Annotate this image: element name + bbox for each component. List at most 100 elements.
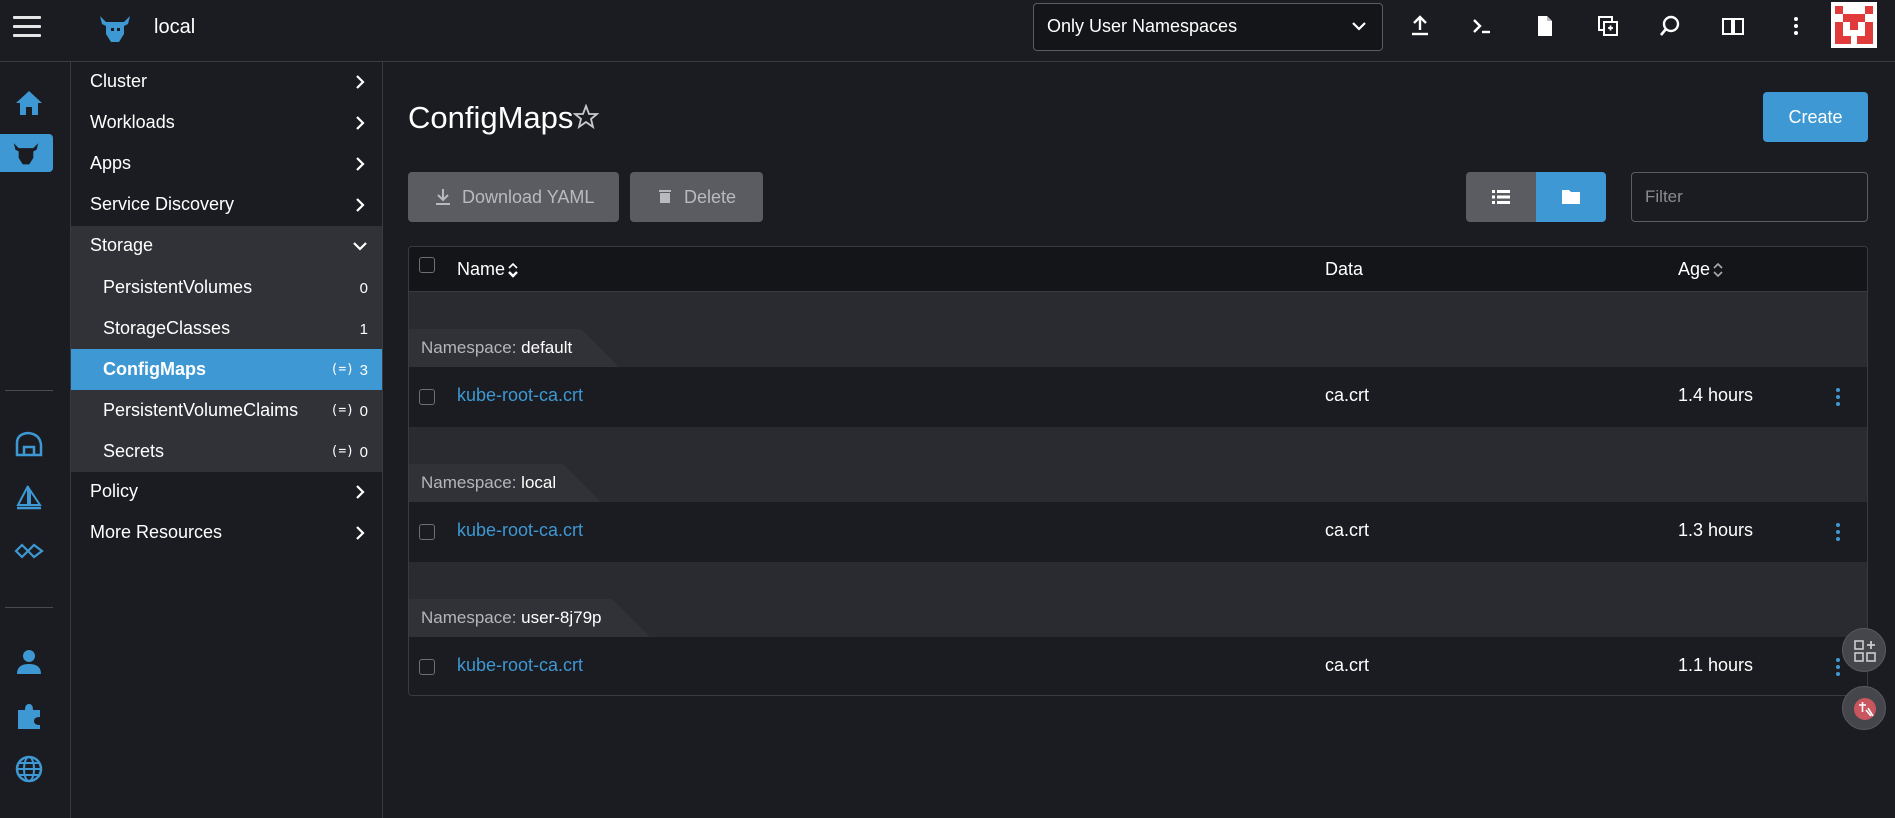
search-icon[interactable] <box>1658 14 1682 38</box>
chevron-right-icon <box>356 526 365 540</box>
sort-icon <box>508 263 518 278</box>
nav-group-workloads[interactable]: Workloads <box>71 103 382 144</box>
nav-item-storageclasses[interactable]: StorageClasses 1 <box>71 308 382 349</box>
nav-item-configmaps[interactable]: ConfigMaps (=) 3 <box>71 349 382 390</box>
namespace-group-label: Namespace: user-8j79p <box>421 608 602 628</box>
nav-group-more-resources[interactable]: More Resources <box>71 513 382 554</box>
extensions-puzzle-icon[interactable] <box>14 701 44 731</box>
view-toggle <box>1466 172 1606 222</box>
docs-book-icon[interactable] <box>1721 14 1745 38</box>
table-row: kube-root-ca.crt ca.crt 1.3 hours <box>409 502 1867 562</box>
table-row: kube-root-ca.crt ca.crt 1.1 hours <box>409 637 1867 695</box>
menu-icon[interactable] <box>13 16 41 38</box>
user-icon[interactable] <box>14 647 44 677</box>
cluster-logo-icon <box>100 16 130 42</box>
row-name-link[interactable]: kube-root-ca.crt <box>457 520 583 541</box>
namespace-group-tab: Namespace: default <box>409 329 619 367</box>
row-data: ca.crt <box>1325 655 1370 675</box>
nav-item-label: StorageClasses <box>103 318 231 338</box>
floating-apps-button[interactable] <box>1842 628 1886 672</box>
chevron-right-icon <box>356 198 365 212</box>
row-checkbox[interactable] <box>419 524 435 540</box>
nav-group-cluster[interactable]: Cluster <box>71 62 382 103</box>
namespace-filter-select[interactable]: Only User Namespaces <box>1033 3 1383 51</box>
floating-translate-button[interactable] <box>1842 686 1886 730</box>
flat-list-view-button[interactable] <box>1466 172 1536 222</box>
nav-item-count: 0 <box>359 444 368 461</box>
row-actions-icon[interactable] <box>1833 387 1843 407</box>
user-avatar[interactable] <box>1831 2 1877 48</box>
fleet-icon[interactable] <box>14 429 44 459</box>
nav-group-storage[interactable]: Storage <box>71 226 382 267</box>
nav-group-label: Workloads <box>90 112 175 132</box>
sailboat-icon[interactable] <box>14 483 44 513</box>
nav-group-label: Policy <box>90 481 139 501</box>
nav-item-persistentvolumes[interactable]: PersistentVolumes 0 <box>71 267 382 308</box>
delete-button[interactable]: Delete <box>630 172 763 222</box>
chevron-right-icon <box>356 157 365 171</box>
grid-add-icon <box>1854 640 1876 662</box>
download-yaml-label: Download YAML <box>462 187 595 207</box>
favorite-star-icon[interactable] <box>573 104 599 130</box>
select-all-checkbox[interactable] <box>419 257 435 273</box>
import-yaml-icon[interactable] <box>1408 14 1432 38</box>
mesh-icon[interactable] <box>14 536 44 566</box>
copy-kubeconfig-icon[interactable] <box>1596 14 1620 38</box>
globe-icon[interactable] <box>14 754 44 784</box>
chevron-right-icon <box>356 116 365 130</box>
namespaced-icon: (=) <box>330 362 354 377</box>
row-data: ca.crt <box>1325 520 1370 540</box>
chevron-down-icon <box>1352 22 1366 31</box>
row-age: 1.1 hours <box>1678 655 1754 675</box>
kubectl-shell-icon[interactable] <box>1470 14 1494 38</box>
top-bar: local Only User Namespaces <box>0 0 1895 62</box>
group-by-namespace-button[interactable] <box>1536 172 1606 222</box>
nav-group-label: Cluster <box>90 71 148 91</box>
trash-icon <box>659 190 671 203</box>
more-vertical-icon[interactable] <box>1784 14 1808 38</box>
namespace-group-row: Namespace: default <box>409 292 1867 367</box>
download-yaml-button[interactable]: Download YAML <box>408 172 619 222</box>
namespace-value: local <box>521 473 557 492</box>
column-header-age[interactable]: Age <box>1678 259 1724 280</box>
nav-item-label: ConfigMaps <box>103 359 206 379</box>
row-data: ca.crt <box>1325 385 1370 405</box>
create-button[interactable]: Create <box>1763 92 1868 142</box>
nav-item-label: Secrets <box>103 441 165 461</box>
row-age: 1.3 hours <box>1678 520 1754 540</box>
rail-cluster-active[interactable] <box>0 134 53 172</box>
nav-group-policy[interactable]: Policy <box>71 472 382 513</box>
nav-group-apps[interactable]: Apps <box>71 144 382 185</box>
nav-item-count: 1 <box>359 321 368 338</box>
column-header-name[interactable]: Name <box>457 259 519 280</box>
filter-input[interactable] <box>1631 172 1868 222</box>
download-kubeconfig-icon[interactable] <box>1533 14 1557 38</box>
nav-item-persistentvolumeclaims[interactable]: PersistentVolumeClaims (=) 0 <box>71 390 382 431</box>
nav-item-secrets[interactable]: Secrets (=) 0 <box>71 431 382 472</box>
row-age: 1.4 hours <box>1678 385 1754 405</box>
namespace-group-tab: Namespace: local <box>409 464 601 502</box>
resource-table: Name Data Age Namespace: default kube-ro… <box>408 246 1868 696</box>
chevron-down-icon <box>353 242 367 251</box>
namespace-value: user-8j79p <box>521 608 602 627</box>
nav-group-label: More Resources <box>90 522 223 542</box>
nav-group-service-discovery[interactable]: Service Discovery <box>71 185 382 226</box>
nav-item-label: PersistentVolumes <box>103 277 253 297</box>
download-icon <box>436 189 450 205</box>
row-checkbox[interactable] <box>419 659 435 675</box>
namespace-key: Namespace: <box>421 608 517 627</box>
nav-group-label: Service Discovery <box>90 194 235 214</box>
home-icon[interactable] <box>14 88 44 118</box>
side-nav: Cluster Workloads Apps Service Discovery… <box>71 62 383 818</box>
row-checkbox[interactable] <box>419 389 435 405</box>
nav-item-label: PersistentVolumeClaims <box>103 400 299 420</box>
row-actions-icon[interactable] <box>1833 522 1843 542</box>
row-name-link[interactable]: kube-root-ca.crt <box>457 655 583 676</box>
column-age-label: Age <box>1678 259 1711 279</box>
row-name-link[interactable]: kube-root-ca.crt <box>457 385 583 406</box>
rail-divider <box>5 390 53 391</box>
nav-item-count: 3 <box>359 362 368 379</box>
delete-label: Delete <box>684 187 737 207</box>
row-actions-icon[interactable] <box>1833 657 1843 677</box>
cluster-icon <box>13 143 39 165</box>
